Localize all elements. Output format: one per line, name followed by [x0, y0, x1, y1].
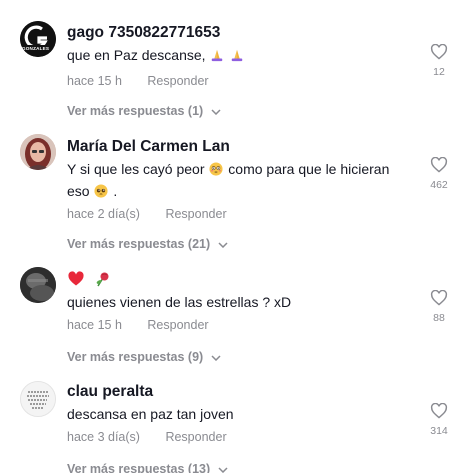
flushed-face-emoji [209, 162, 223, 176]
view-more-replies-label: Ver más respuestas (9) [67, 350, 204, 364]
wilted-rose-emoji [96, 272, 109, 287]
like-button[interactable]: 314 [424, 403, 454, 437]
comment-time: hace 15 h [67, 74, 122, 88]
like-count: 314 [430, 425, 448, 437]
avatar[interactable] [20, 381, 56, 417]
chevron-down-icon [218, 242, 228, 248]
like-button[interactable]: 462 [424, 157, 454, 191]
praying-hands-emoji [232, 49, 243, 62]
comment-text: descansa en paz tan joven [67, 406, 234, 422]
avatar[interactable] [20, 267, 56, 303]
chevron-down-icon [211, 355, 221, 361]
view-more-replies-button[interactable]: Ver más respuestas (1) [67, 103, 221, 119]
comment-text-line2: eso [67, 183, 90, 199]
comment-meta: hace 15 h Responder [67, 72, 407, 90]
praying-hands-emoji [212, 49, 223, 62]
view-more-replies-label: Ver más respuestas (1) [67, 104, 204, 118]
avatar-photo-icon [20, 267, 56, 303]
comment-time: hace 15 h [67, 318, 122, 332]
comment-text: quienes vienen de las estrellas ? xD [67, 294, 292, 310]
reply-button[interactable]: Responder [147, 318, 208, 332]
comment-text: que en Paz descanse, [67, 44, 407, 66]
avatar-logo-icon [20, 21, 56, 57]
chevron-down-icon [211, 109, 221, 115]
comment-meta: hace 15 h Responder [67, 316, 407, 334]
view-more-replies-button[interactable]: Ver más respuestas (21) [67, 236, 228, 252]
red-heart-emoji [68, 271, 84, 286]
comment-text-period: . [113, 183, 118, 199]
comment-username[interactable]: gago 7350822771653 [67, 23, 407, 43]
avatar-handwriting-icon [21, 382, 55, 416]
comment-time: hace 3 día(s) [67, 430, 140, 444]
reply-button[interactable]: Responder [147, 74, 208, 88]
chevron-down-icon [218, 467, 228, 473]
like-button[interactable]: 12 [424, 44, 454, 78]
comment-list: GONZALES gago 7350822771653 que en Paz d… [0, 0, 463, 473]
like-count: 12 [433, 66, 445, 78]
comment-username[interactable]: clau peralta [67, 382, 407, 402]
heart-outline-icon [430, 157, 448, 173]
view-more-replies-button[interactable]: Ver más respuestas (9) [67, 349, 221, 365]
comment-text-content: que en Paz descanse, [67, 47, 206, 63]
like-count: 88 [433, 312, 445, 324]
comment-time: hace 2 día(s) [67, 207, 140, 221]
avatar-photo-icon [20, 134, 56, 170]
like-button[interactable]: 88 [424, 290, 454, 324]
comment-meta: hace 2 día(s) Responder [67, 205, 407, 223]
heart-outline-icon [430, 290, 448, 306]
view-more-replies-label: Ver más respuestas (21) [67, 237, 211, 251]
comment-emoji-line [67, 269, 407, 291]
comment-meta: hace 3 día(s) Responder [67, 428, 407, 446]
pleading-face-emoji [94, 184, 109, 198]
comment-text: Y si que les cayó peor como para que le … [67, 158, 407, 202]
heart-outline-icon [430, 44, 448, 60]
avatar-text: GONZALES [22, 46, 50, 51]
avatar[interactable]: GONZALES [20, 21, 56, 57]
view-more-replies-label: Ver más respuestas (13) [67, 462, 211, 473]
reply-button[interactable]: Responder [165, 430, 226, 444]
comment-text-line1b: como para que le hicieran [228, 161, 390, 177]
comment-text-line1: Y si que les cayó peor [67, 161, 205, 177]
comment-username[interactable]: María Del Carmen Lan [67, 137, 407, 157]
reply-button[interactable]: Responder [165, 207, 226, 221]
heart-outline-icon [430, 403, 448, 419]
avatar[interactable] [20, 134, 56, 170]
like-count: 462 [430, 179, 448, 191]
view-more-replies-button[interactable]: Ver más respuestas (13) [67, 461, 228, 473]
